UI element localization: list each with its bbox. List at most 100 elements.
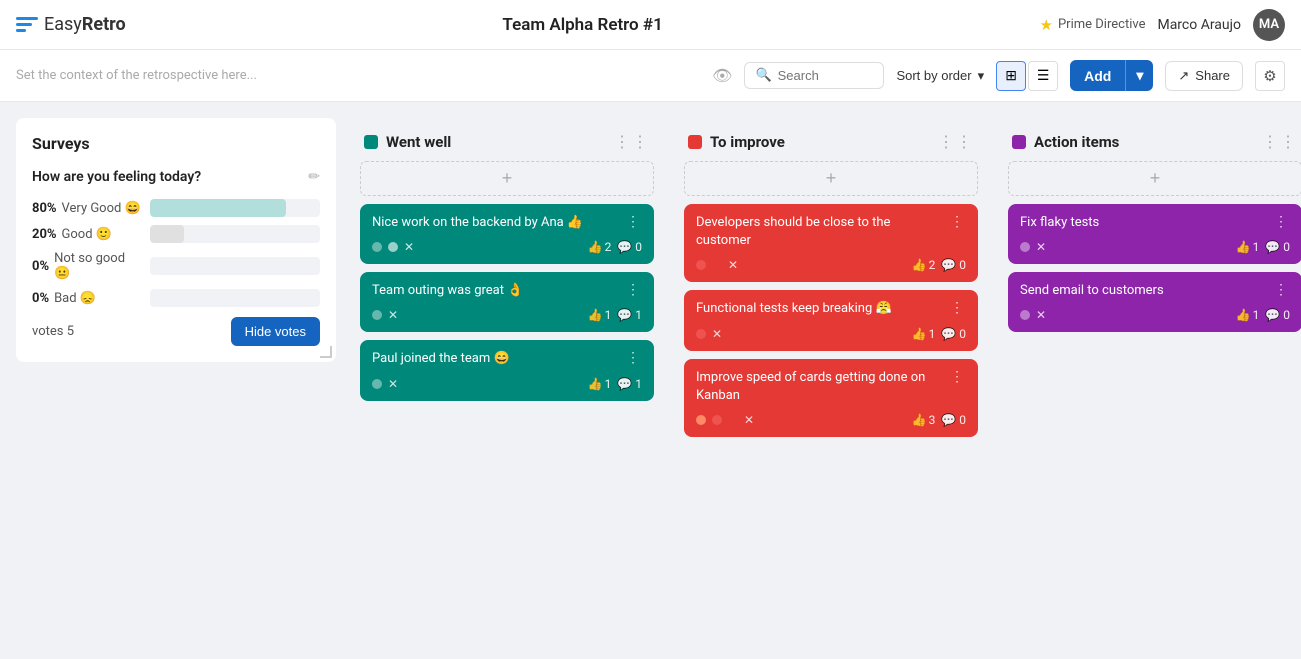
card-comment-2[interactable]: 💬 1 xyxy=(617,308,642,322)
settings-button[interactable]: ⚙ xyxy=(1255,61,1285,91)
card-footer-ti2: ✕ 👍 1 💬 0 xyxy=(696,327,966,341)
card-header-3: Paul joined the team 😄 ⋮ xyxy=(372,350,642,368)
card-menu-ai2[interactable]: ⋮ xyxy=(1274,282,1290,298)
thumbs-up-icon-ti2: 👍 xyxy=(912,327,927,341)
col-dot-action-items xyxy=(1012,135,1026,149)
card-comment-ti3[interactable]: 💬 0 xyxy=(941,413,966,427)
survey-question-row: How are you feeling today? ✏ xyxy=(32,169,320,185)
prime-directive-label: Prime Directive xyxy=(1058,17,1145,32)
search-icon: 🔍 xyxy=(755,68,771,83)
survey-fill-very-good xyxy=(150,199,286,217)
search-input[interactable] xyxy=(778,68,874,83)
col-title-to-improve: To improve xyxy=(710,133,930,151)
resize-handle[interactable] xyxy=(320,346,332,358)
add-dropdown-arrow[interactable]: ▾ xyxy=(1125,60,1153,91)
card-text-3: Paul joined the team 😄 xyxy=(372,350,620,368)
survey-track-not-so-good xyxy=(150,257,320,275)
col-title-went-well: Went well xyxy=(386,133,606,151)
eye-button[interactable]: 👁 xyxy=(712,66,732,86)
logo-retro: Retro xyxy=(82,14,126,35)
edit-icon[interactable]: ✏ xyxy=(308,169,320,185)
card-close-1[interactable]: ✕ xyxy=(404,240,414,254)
search-box: 🔍 xyxy=(744,62,884,89)
card-comment-1[interactable]: 💬 0 xyxy=(617,240,642,254)
column-header-went-well: Went well ⋮⋮ xyxy=(360,126,654,161)
list-view-button[interactable]: ☰ xyxy=(1028,61,1058,91)
card-menu-ti3[interactable]: ⋮ xyxy=(950,369,966,385)
card-dot-ti3b xyxy=(712,415,722,425)
card-close-3[interactable]: ✕ xyxy=(388,377,398,391)
add-card-to-improve[interactable]: + xyxy=(684,161,978,196)
card-comment-ai2[interactable]: 💬 0 xyxy=(1265,308,1290,322)
card-vote-ai2[interactable]: 👍 1 xyxy=(1236,308,1260,322)
card-dot-ti3c xyxy=(728,415,738,425)
hide-votes-button[interactable]: Hide votes xyxy=(231,317,320,346)
grid-view-button[interactable]: ⊞ xyxy=(996,61,1026,91)
votes-label: votes xyxy=(32,324,63,339)
card-close-ti3[interactable]: ✕ xyxy=(744,413,754,427)
card-footer-3: ✕ 👍 1 💬 1 xyxy=(372,377,642,391)
page-title: Team Alpha Retro #1 xyxy=(502,15,662,35)
card-footer-ti3: ✕ 👍 3 💬 0 xyxy=(696,413,966,427)
card-vote-ti1[interactable]: 👍 2 xyxy=(912,258,936,272)
card-to-improve-3: Improve speed of cards getting done on K… xyxy=(684,359,978,437)
surveys-title: Surveys xyxy=(32,134,320,153)
card-vote-ai1[interactable]: 👍 1 xyxy=(1236,240,1260,254)
card-menu-1[interactable]: ⋮ xyxy=(626,214,642,230)
card-close-ai2[interactable]: ✕ xyxy=(1036,308,1046,322)
card-vote-2[interactable]: 👍 1 xyxy=(588,308,612,322)
card-comment-ai1[interactable]: 💬 0 xyxy=(1265,240,1290,254)
col-more-to-improve[interactable]: ⋮⋮ xyxy=(938,132,974,151)
survey-bar-not-so-good: 0% Not so good 😐 xyxy=(32,251,320,281)
survey-label-very-good: 80% Very Good 😄 xyxy=(32,201,142,216)
thumbs-up-icon-ai2: 👍 xyxy=(1236,308,1251,322)
card-text-ai2: Send email to customers xyxy=(1020,282,1268,300)
card-close-ti1[interactable]: ✕ xyxy=(728,258,738,272)
thumbs-up-icon-ti3: 👍 xyxy=(912,413,927,427)
avatar[interactable]: MA xyxy=(1253,9,1285,41)
column-went-well: Went well ⋮⋮ + Nice work on the backend … xyxy=(352,118,662,453)
card-menu-ai1[interactable]: ⋮ xyxy=(1274,214,1290,230)
card-menu-ti1[interactable]: ⋮ xyxy=(950,214,966,230)
col-more-action-items[interactable]: ⋮⋮ xyxy=(1262,132,1298,151)
survey-fill-good xyxy=(150,225,184,243)
survey-question-text: How are you feeling today? xyxy=(32,169,201,185)
share-button[interactable]: ↗ Share xyxy=(1165,61,1243,91)
thumbs-up-icon-ti1: 👍 xyxy=(912,258,927,272)
card-dot-ti1b xyxy=(712,260,722,270)
add-card-went-well[interactable]: + xyxy=(360,161,654,196)
logo-icon xyxy=(16,17,38,32)
card-footer-2: ✕ 👍 1 💬 1 xyxy=(372,308,642,322)
card-text-ti1: Developers should be close to the custom… xyxy=(696,214,944,250)
card-header-ai1: Fix flaky tests ⋮ xyxy=(1020,214,1290,232)
card-vote-1[interactable]: 👍 2 xyxy=(588,240,612,254)
card-close-ai1[interactable]: ✕ xyxy=(1036,240,1046,254)
card-dot-3a xyxy=(372,379,382,389)
card-comment-ti2[interactable]: 💬 0 xyxy=(941,327,966,341)
card-comment-3[interactable]: 💬 1 xyxy=(617,377,642,391)
card-vote-ti2[interactable]: 👍 1 xyxy=(912,327,936,341)
add-button[interactable]: Add ▾ xyxy=(1070,60,1153,91)
card-menu-ti2[interactable]: ⋮ xyxy=(950,300,966,316)
card-to-improve-2: Functional tests keep breaking 😤 ⋮ ✕ 👍 1… xyxy=(684,290,978,350)
prime-directive-link[interactable]: ★ Prime Directive xyxy=(1040,16,1146,34)
card-vote-ti3[interactable]: 👍 3 xyxy=(912,413,936,427)
sort-label: Sort by order xyxy=(896,68,971,83)
card-went-well-3: Paul joined the team 😄 ⋮ ✕ 👍 1 💬 1 xyxy=(360,340,654,400)
card-menu-3[interactable]: ⋮ xyxy=(626,350,642,366)
card-close-2[interactable]: ✕ xyxy=(388,308,398,322)
col-dot-went-well xyxy=(364,135,378,149)
card-comment-ti1[interactable]: 💬 0 xyxy=(941,258,966,272)
card-close-ti2[interactable]: ✕ xyxy=(712,327,722,341)
card-menu-2[interactable]: ⋮ xyxy=(626,282,642,298)
header: EasyRetro Team Alpha Retro #1 ★ Prime Di… xyxy=(0,0,1301,50)
card-text-ai1: Fix flaky tests xyxy=(1020,214,1268,232)
col-more-went-well[interactable]: ⋮⋮ xyxy=(614,132,650,151)
thumbs-up-icon-1: 👍 xyxy=(588,240,603,254)
sort-button[interactable]: Sort by order ▾ xyxy=(896,68,984,84)
card-action-2: Send email to customers ⋮ ✕ 👍 1 💬 0 xyxy=(1008,272,1301,332)
card-vote-3[interactable]: 👍 1 xyxy=(588,377,612,391)
card-dot-ti2a xyxy=(696,329,706,339)
survey-bar-very-good: 80% Very Good 😄 xyxy=(32,199,320,217)
add-card-action-items[interactable]: + xyxy=(1008,161,1301,196)
